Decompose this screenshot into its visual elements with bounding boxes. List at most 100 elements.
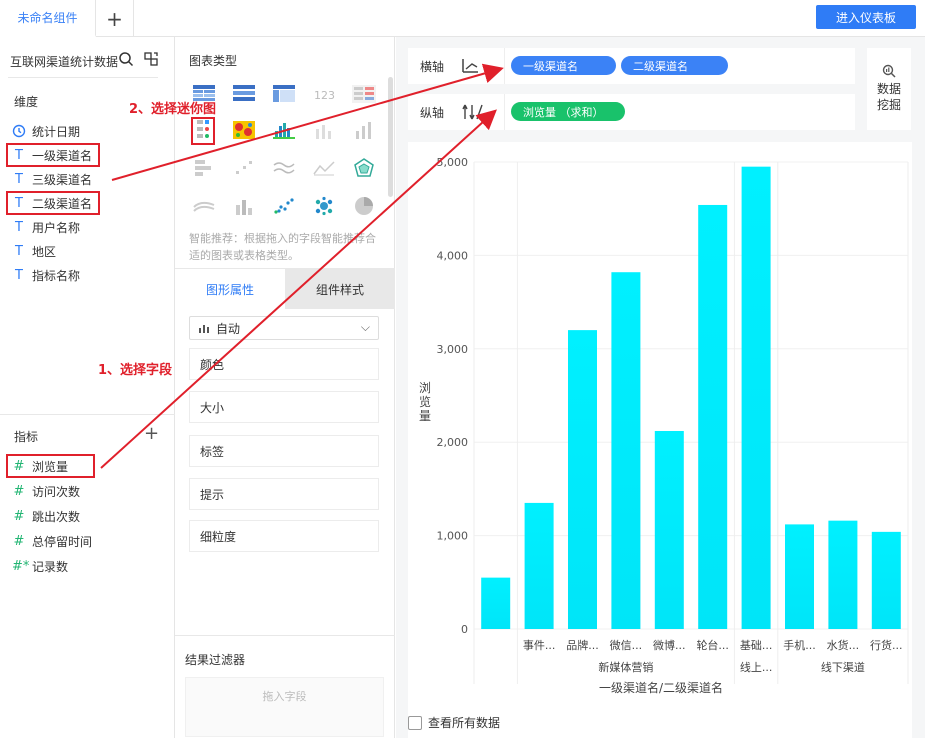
x-axis-sort-icon[interactable]: [460, 56, 490, 76]
stacked-column-icon[interactable]: [231, 195, 257, 217]
field-label: 统计日期: [32, 124, 81, 139]
range-bar-icon[interactable]: [311, 119, 337, 141]
x-pill-level1[interactable]: 一级渠道名: [511, 56, 616, 75]
y-tick-label: 0: [461, 623, 468, 636]
x-tick-label: 微博...: [653, 638, 686, 652]
add-metric-icon[interactable]: +: [144, 423, 159, 444]
chevron-down-icon: ⌵: [360, 320, 370, 334]
hash-icon: #: [13, 508, 25, 524]
view-all-data-row[interactable]: 查看所有数据: [408, 714, 500, 731]
radar-chart-icon[interactable]: [351, 157, 377, 179]
hash-star-icon: #*: [12, 558, 30, 574]
cross-table-icon[interactable]: [271, 83, 297, 105]
annotation-step1: 1、选择字段: [98, 363, 173, 378]
stream-chart-icon[interactable]: [191, 195, 217, 217]
y-tick-label: 5,000: [437, 156, 469, 169]
metrics-header: 指标: [14, 430, 39, 444]
bar-chart: 0 1,000 2,000 3,000 4,000 5,000 事件... 品牌... 微信..…: [419, 156, 909, 695]
prop-granularity[interactable]: 细粒度: [189, 520, 379, 552]
mining-label-1: 数据: [876, 82, 901, 96]
enter-dashboard-button[interactable]: 进入仪表板: [816, 5, 916, 29]
metric-field[interactable]: # 跳出次数: [12, 505, 80, 527]
y-tick-label: 2,000: [437, 436, 469, 449]
dimension-field[interactable]: 统计日期: [12, 120, 80, 142]
kpi-card-icon[interactable]: [351, 83, 377, 105]
y-axis-drop-zone[interactable]: 浏览量 （求和）: [504, 94, 855, 130]
bar: [871, 531, 901, 629]
x-pill-level2[interactable]: 二级渠道名: [621, 56, 728, 75]
field-label: 总停留时间: [32, 534, 93, 549]
bar-chart-icon: [199, 325, 209, 333]
hash-icon: #: [13, 533, 25, 549]
bar: [828, 520, 858, 629]
highlight-box: [6, 143, 100, 167]
pie-chart-icon[interactable]: [351, 195, 377, 217]
metric-field[interactable]: # 总停留时间: [12, 530, 92, 552]
y-axis-title-char: 浏: [419, 381, 431, 395]
bar: [698, 204, 728, 630]
tab-component-style[interactable]: 组件样式: [285, 269, 395, 309]
prop-tooltip[interactable]: 提示: [189, 478, 379, 510]
kpi-number-icon[interactable]: 123: [311, 83, 337, 105]
stacked-bar-icon[interactable]: [191, 157, 217, 179]
metric-field[interactable]: # 访问次数: [12, 480, 80, 502]
svg-text:123: 123: [314, 89, 335, 102]
metric-field[interactable]: #* 记录数: [12, 555, 68, 577]
chart-type-select[interactable]: 自动 ⌵: [189, 316, 379, 340]
scatter-plot-icon[interactable]: [271, 195, 297, 217]
filter-drop-zone[interactable]: 拖入字段: [185, 677, 384, 737]
dimension-field[interactable]: T 用户名称: [12, 216, 80, 238]
grouped-table-icon[interactable]: [231, 83, 257, 105]
heatmap-icon[interactable]: [231, 119, 257, 141]
column-chart-icon[interactable]: [351, 119, 377, 141]
field-label: 三级渠道名: [32, 172, 93, 187]
tab-graphic-properties[interactable]: 图形属性: [175, 269, 285, 309]
multi-bar-icon[interactable]: [271, 119, 297, 141]
property-tabs: 图形属性 组件样式: [175, 268, 395, 309]
y-axis-sort-icon[interactable]: [460, 102, 490, 122]
x-tick-label: 轮台...: [696, 638, 729, 652]
y-tick-label: 1,000: [437, 530, 469, 543]
x-tick-label: 行货...: [870, 638, 903, 652]
dimension-field[interactable]: T 指标名称: [12, 264, 80, 286]
add-tab-button[interactable]: +: [96, 0, 134, 37]
group-label: 新媒体营销: [598, 660, 653, 674]
text-type-icon: T: [15, 219, 23, 235]
x-tick-label: 基础...: [740, 639, 773, 652]
data-mining-icon: [882, 64, 896, 78]
y-axis-row: 纵轴 浏览量 （求和）: [408, 94, 855, 130]
dimension-field[interactable]: T 三级渠道名: [12, 168, 92, 190]
line-chart-icon[interactable]: [271, 157, 297, 179]
field-label: 记录数: [32, 559, 69, 574]
prop-size[interactable]: 大小: [189, 391, 379, 423]
chart-area: 横轴 一级渠道名 二级渠道名 纵轴 浏览量 （求和） 数据 挖掘 0 1,000 2…: [396, 37, 925, 738]
scatter-bar-icon[interactable]: [231, 157, 257, 179]
tab-unnamed-component[interactable]: 未命名组件: [0, 0, 96, 37]
switch-dataset-icon[interactable]: [143, 51, 159, 67]
gallery-scrollbar[interactable]: [388, 77, 393, 197]
y-axis-label: 纵轴: [420, 106, 445, 120]
mining-label-2: 挖掘: [876, 98, 901, 112]
data-mining-button[interactable]: 数据 挖掘: [867, 48, 911, 130]
area-line-icon[interactable]: [311, 157, 337, 179]
prop-color[interactable]: 颜色: [189, 348, 379, 380]
divider: [8, 77, 158, 78]
highlight-box: [6, 191, 100, 215]
x-axis-drop-zone[interactable]: 一级渠道名 二级渠道名: [504, 48, 855, 84]
field-label: 访问次数: [32, 484, 81, 499]
y-pill-pageviews[interactable]: 浏览量 （求和）: [511, 102, 625, 121]
chart-canvas: 0 1,000 2,000 3,000 4,000 5,000 事件... 品牌... 微信..…: [408, 142, 912, 738]
prop-label[interactable]: 标签: [189, 435, 379, 467]
result-filter-title: 结果过滤器: [185, 653, 246, 667]
dataset-title[interactable]: 互联网渠道统计数据: [10, 53, 118, 70]
highlight-box: [191, 117, 215, 145]
text-type-icon: T: [15, 171, 23, 187]
annotation-step2: 2、选择迷你图: [129, 102, 217, 117]
view-all-checkbox[interactable]: [408, 715, 422, 730]
dimension-field[interactable]: T 地区: [12, 240, 56, 262]
group-label: 线上...: [740, 660, 773, 674]
search-icon[interactable]: [118, 51, 134, 67]
field-label: 指标名称: [32, 268, 81, 283]
x-tick-label: 手机...: [783, 638, 816, 652]
bubble-chart-icon[interactable]: [311, 195, 337, 217]
